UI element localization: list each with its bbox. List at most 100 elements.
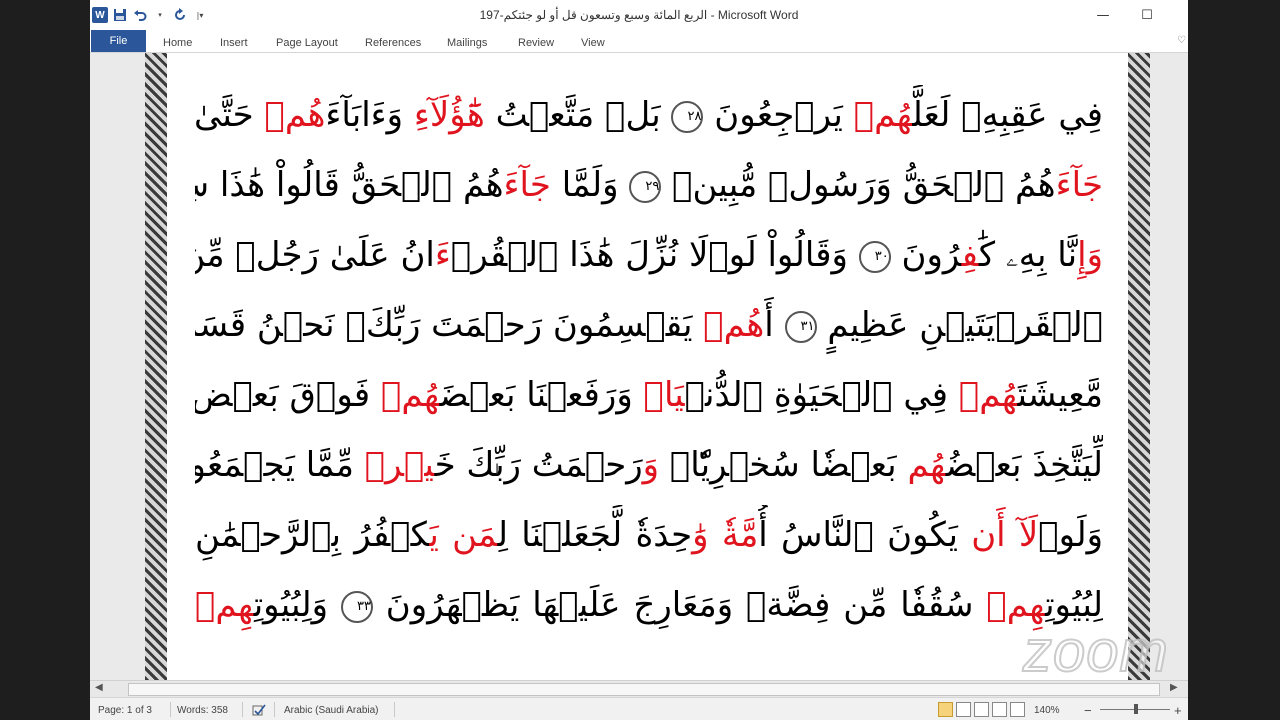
quran-text-segment: سُقُفٗا مِّن فِضَّةٖ وَمَعَارِجَ عَلَيۡه… xyxy=(372,585,987,625)
quran-text-segment: يَرۡجِعُونَ xyxy=(703,95,854,135)
quran-text-red: فِ xyxy=(961,235,979,275)
tab-file[interactable]: File xyxy=(91,30,146,52)
quran-text-segment: حَتَّىٰ xyxy=(195,95,265,135)
tab-review[interactable]: Review xyxy=(518,33,554,52)
text-cursor-icon: I xyxy=(495,463,499,477)
quran-text-segment: فَوۡقَ بَعۡضٖ دَرَجَٰتٖ xyxy=(195,375,371,415)
print-layout-icon[interactable] xyxy=(938,702,953,717)
quran-text-segment: هُمُ ٱلۡحَقُّ قَالُواْ هَٰذَا سِ xyxy=(195,165,504,205)
tab-home[interactable]: Home xyxy=(163,33,192,52)
proofing-icon[interactable] xyxy=(252,703,266,717)
title-bar: W ▾ |▾ الربع المائة وسبع وتسعون قل أو لو… xyxy=(90,0,1188,30)
quran-text-segment: ٰحِدَةٗ لَّجَعَلۡنَا لِ xyxy=(497,515,693,555)
status-bar: Page: 1 of 3 Words: 358 Arabic (Saudi Ar… xyxy=(90,697,1188,720)
zoom-slider-thumb[interactable] xyxy=(1134,704,1138,714)
quran-text-segment: نَّا بِهِۦ كَٰ xyxy=(978,235,1078,275)
document-area: فِي عَقِبِهِۦ لَعَلَّهُمۡ يَرۡجِعُونَ ٢٨… xyxy=(90,53,1188,680)
quran-line[interactable]: جَآءَهُمُ ٱلۡحَقُّ وَرَسُولٞ مُّبِينٞ ٢٩… xyxy=(195,155,1103,215)
status-divider xyxy=(394,702,395,717)
page-count[interactable]: Page: 1 of 3 xyxy=(98,703,152,717)
quran-text-segment: رَحۡمَتُ رَبِّكَ خَ xyxy=(434,445,643,485)
quran-text-segment: يَ xyxy=(948,515,972,555)
quran-text-red: مَن يَ xyxy=(429,515,498,555)
quran-text-segment: فِي ٱلۡحَيَوٰةِ ٱلدُّنۡ xyxy=(684,375,959,415)
quran-line[interactable]: وَإِنَّا بِهِۦ كَٰفِرُونَ ٣٠ وَقَالُواْ … xyxy=(195,225,1103,285)
ayah-number-marker: ٢٨ xyxy=(671,100,704,133)
quran-text-red: وَ xyxy=(642,445,660,485)
quran-text-segment: وَرَفَعۡنَا بَعۡضَ xyxy=(439,375,644,415)
quran-text-red: مَّةٗ وَ xyxy=(692,515,759,555)
full-screen-reading-icon[interactable] xyxy=(956,702,971,717)
page-border-right xyxy=(1128,53,1150,680)
maximize-button[interactable]: ☐ xyxy=(1132,4,1162,26)
quran-text-segment: وَءَابَآءَ xyxy=(325,95,414,135)
quran-text-segment: مِّمَّا يَجۡمَعُونَ xyxy=(195,445,354,485)
quran-line[interactable]: وَلَوۡلَآ أَن يَكُونَ ٱلنَّاسُ أُمَّةٗ و… xyxy=(195,505,1103,565)
quran-text-segment: ٱلۡقَرۡيَتَيۡنِ عَظِيمٍ xyxy=(816,305,1103,345)
quran-text-red: هُمۡ xyxy=(264,95,326,135)
tab-view[interactable]: View xyxy=(581,33,605,52)
quran-text-red: هُمۡ xyxy=(703,305,765,345)
quran-text-red: ءَ xyxy=(434,235,451,275)
tab-page-layout[interactable]: Page Layout xyxy=(276,33,338,52)
quran-text-segment: بَعۡضٗا سُخۡرِيّٗاۗ xyxy=(659,445,908,485)
quran-text-red: يۡرٞ xyxy=(364,445,435,485)
quran-text-segment: كُونَ ٱلنَّاسُ أُ xyxy=(758,515,949,555)
quran-line[interactable]: فِي عَقِبِهِۦ لَعَلَّهُمۡ يَرۡجِعُونَ ٢٨… xyxy=(195,85,1103,145)
quran-line[interactable]: ٱلۡقَرۡيَتَيۡنِ عَظِيمٍ ٣١ أَهُمۡ يَقۡسِ… xyxy=(195,295,1103,355)
language-indicator[interactable]: Arabic (Saudi Arabia) xyxy=(284,703,379,717)
quran-text-segment: بَلۡ مَتَّعۡتُ xyxy=(484,95,672,135)
quran-text-red: وَإِ xyxy=(1077,235,1103,275)
outline-icon[interactable] xyxy=(992,702,1007,717)
status-divider xyxy=(170,702,171,717)
quran-text-red: هُمۡ xyxy=(958,375,1018,415)
minimize-button[interactable]: — xyxy=(1088,4,1118,26)
zoom-out-button[interactable]: − xyxy=(1084,703,1092,718)
quran-text-segment: مَّعِيشَتَ xyxy=(1017,375,1103,415)
quran-text-red: يَاۚ xyxy=(643,375,685,415)
vertical-scrollbar[interactable] xyxy=(1167,53,1188,680)
left-background xyxy=(0,0,90,720)
quran-text-segment: أَ xyxy=(764,305,785,345)
quran-line[interactable]: مَّعِيشَتَهُمۡ فِي ٱلۡحَيَوٰةِ ٱلدُّنۡيَ… xyxy=(195,365,1103,425)
quran-line[interactable]: لِّيَتَّخِذَ بَعۡضُهُم بَعۡضٗا سُخۡرِيّٗ… xyxy=(195,435,1103,495)
quran-text-red: هُمۡ xyxy=(380,375,440,415)
draft-icon[interactable] xyxy=(1010,702,1025,717)
ayah-number-marker: ٢٩ xyxy=(629,170,662,203)
zoom-level[interactable]: 140% xyxy=(1034,703,1060,717)
window-title: الربع المائة وسبع وتسعون قل أو لو جئتكم-… xyxy=(479,8,799,22)
quran-line[interactable]: لِبُيُوتِهِمۡ سُقُفٗا مِّن فِضَّةٖ وَمَع… xyxy=(195,575,1103,635)
zoom-watermark-logo: zoom xyxy=(1022,618,1169,685)
quran-text-red: هِمۡ xyxy=(195,585,254,625)
quran-text[interactable]: فِي عَقِبِهِۦ لَعَلَّهُمۡ يَرۡجِعُونَ ٢٨… xyxy=(195,53,1103,680)
ayah-number-marker: ٣٠ xyxy=(858,240,891,273)
zoom-in-button[interactable]: + xyxy=(1174,703,1182,718)
quran-text-segment: انُ عَلَىٰ رَجُلٖ مِّنَ xyxy=(195,235,435,275)
quran-text-red: هُم xyxy=(907,445,946,485)
web-layout-icon[interactable] xyxy=(974,702,989,717)
quran-text-segment: هُمُ ٱلۡحَقُّ وَرَسُولٞ مُّبِينٞ xyxy=(661,165,1056,205)
page-border-left xyxy=(145,53,167,680)
quran-text-segment: وَلَوۡ xyxy=(1038,515,1103,555)
scroll-right-icon[interactable]: ▶ xyxy=(1170,682,1178,693)
status-divider xyxy=(242,702,243,717)
ribbon-tabs: File Home Insert Page Layout References … xyxy=(90,30,1188,53)
scroll-thumb[interactable] xyxy=(128,683,1160,696)
word-count[interactable]: Words: 358 xyxy=(177,703,228,717)
quran-text-red: جَآءَ xyxy=(1055,165,1103,205)
tab-references[interactable]: References xyxy=(365,33,421,52)
document-page[interactable]: فِي عَقِبِهِۦ لَعَلَّهُمۡ يَرۡجِعُونَ ٢٨… xyxy=(145,53,1150,680)
scroll-left-icon[interactable]: ◀ xyxy=(95,682,103,693)
quran-text-segment: وَقَالُواْ لَوۡلَا نُزِّلَ هَٰذَا ٱلۡقُر… xyxy=(450,235,859,275)
quran-text-red: هُمۡ xyxy=(853,95,913,135)
ayah-number-marker: ٣١ xyxy=(784,310,817,343)
tab-mailings[interactable]: Mailings xyxy=(447,33,487,52)
quran-text-red: هَٰٓؤُلَآءِ xyxy=(413,95,485,135)
status-divider xyxy=(274,702,275,717)
quran-text-segment: رُونَ xyxy=(890,235,962,275)
quran-text-red: لَآ أَن xyxy=(971,515,1039,555)
ribbon-expand-icon[interactable]: ♡ xyxy=(1177,35,1186,46)
quran-text-segment: لِّيَتَّخِذَ بَعۡضُ xyxy=(945,445,1103,485)
quran-text-segment: كۡفُرُ بِٱلرَّحۡمَٰنِ xyxy=(195,515,430,555)
tab-insert[interactable]: Insert xyxy=(220,33,248,52)
